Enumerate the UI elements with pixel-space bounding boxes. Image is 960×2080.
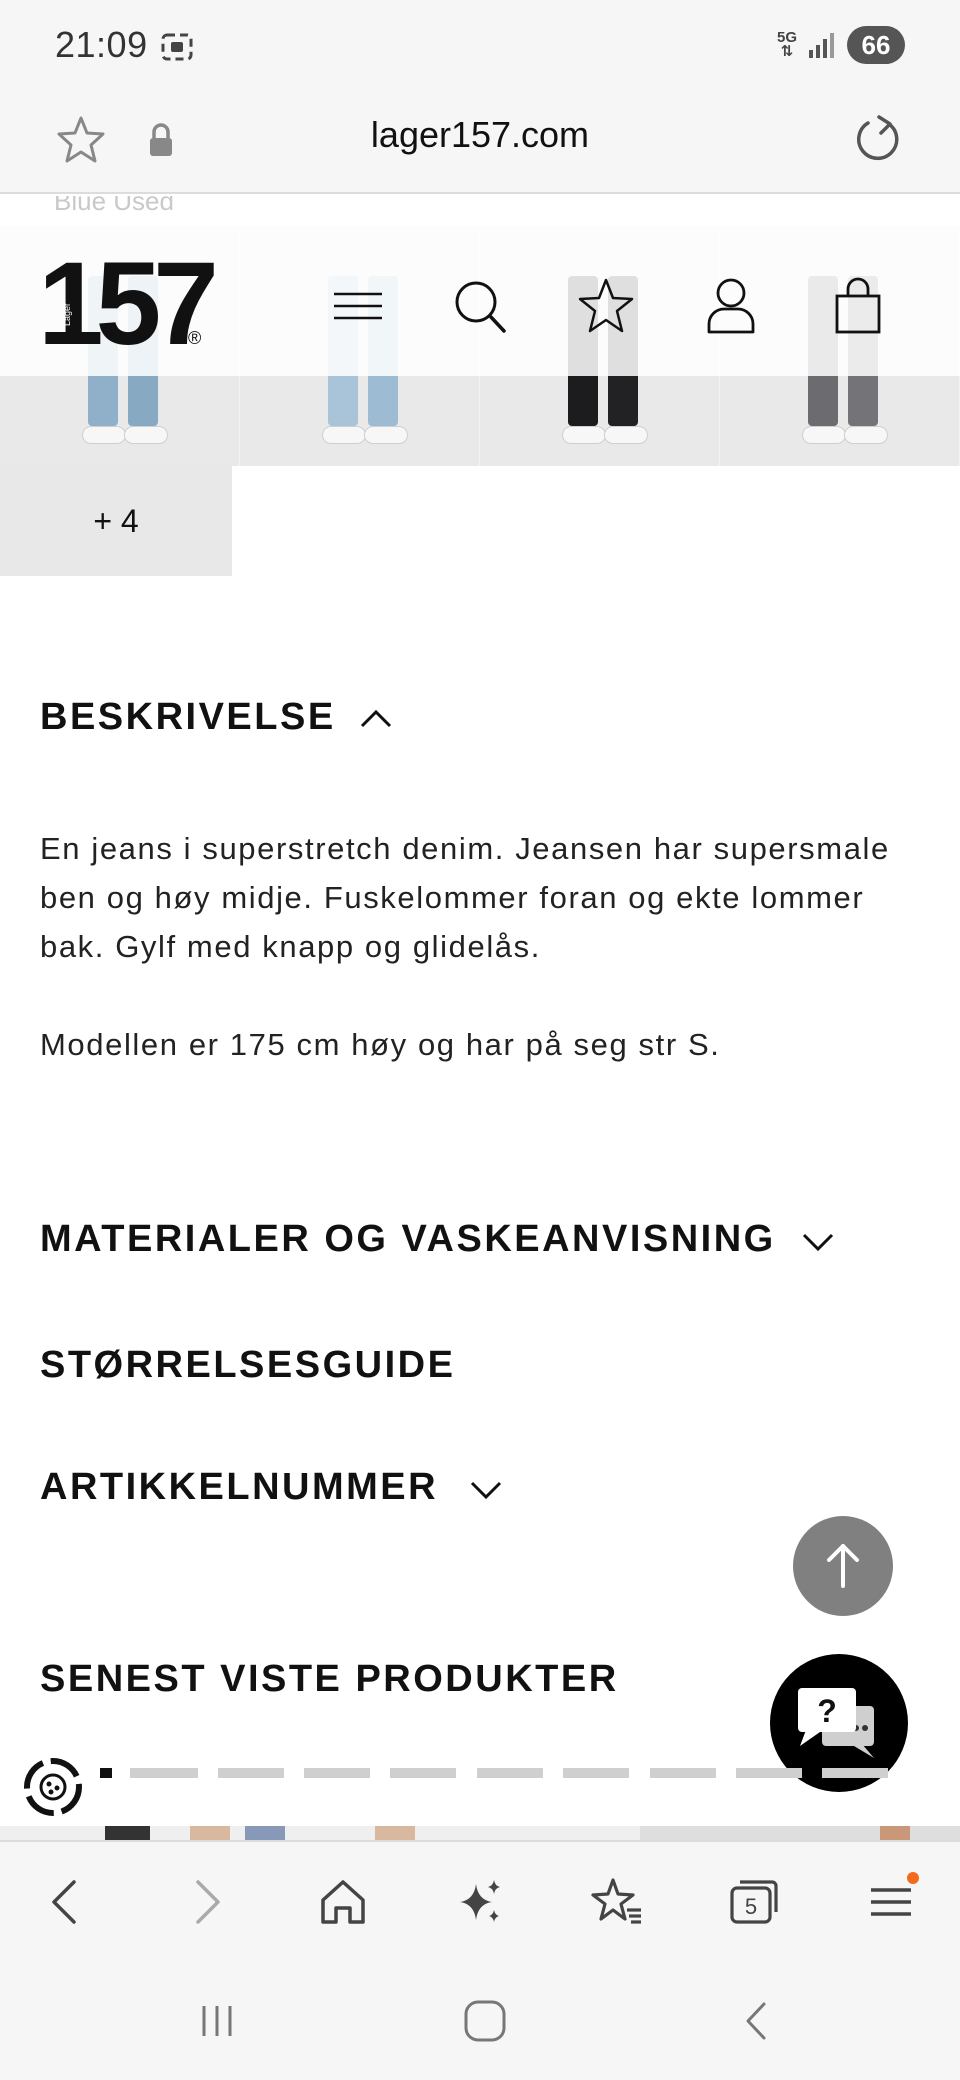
shoe-image [124,426,168,444]
recent-apps-icon[interactable] [192,1996,242,2046]
shoe-image [844,426,888,444]
bookmarks-icon[interactable] [587,1872,647,1932]
materials-heading[interactable]: MATERIALER OG VASKEANVISNING [40,1218,776,1261]
recently-viewed-heading: SENEST VISTE PRODUKTER [40,1658,619,1700]
arrow-up-icon [827,1544,859,1588]
home-button-icon[interactable] [460,1996,510,2046]
description-heading[interactable]: BESKRIVELSE [40,696,336,739]
search-icon[interactable] [452,276,508,336]
back-icon[interactable] [36,1872,96,1932]
description-paragraph: En jeans i superstretch denim. Jeansen h… [40,831,890,964]
chevron-down-icon[interactable] [801,1232,835,1254]
color-name-label: Blue Used [54,196,174,216]
logo-registered-mark: ® [188,328,202,348]
chevron-down-icon[interactable] [469,1480,503,1502]
ai-sparkle-icon[interactable] [450,1872,510,1932]
size-guide-link[interactable]: STØRRELSESGUIDE [40,1344,455,1387]
status-time: 21:09 [55,24,148,65]
menu-icon[interactable] [330,276,386,336]
site-header: 157 Lager ® [0,226,960,376]
screen-capture-icon [161,33,193,61]
recent-products-strip [0,1826,960,1840]
shoe-image [364,426,408,444]
logo-sub-text: Lager [62,302,72,326]
product-image-edge [105,1826,960,1840]
cookie-settings-icon[interactable] [18,1752,88,1822]
network-5g-icon: 5G ⇅ [776,29,797,60]
chevron-up-icon[interactable] [359,707,393,729]
shoe-image [82,426,126,444]
back-nav-icon[interactable] [732,1996,782,2046]
notification-dot [907,1872,919,1884]
browser-toolbar: 5 [0,1840,960,1962]
battery-icon: 66 [847,26,905,64]
article-number-heading[interactable]: ARTIKKELNUMMER [40,1466,438,1509]
tabs-icon[interactable]: 5 [724,1872,784,1932]
address-bar[interactable]: lager157.com [0,92,960,194]
shoe-image [562,426,606,444]
url-text[interactable]: lager157.com [0,114,960,156]
description-text: En jeans i superstretch denim. Jeansen h… [40,824,920,1069]
reload-icon[interactable] [849,112,905,168]
carousel-indicator [100,1768,888,1778]
scroll-to-top-button[interactable] [793,1516,893,1616]
shopping-bag-icon[interactable] [830,276,886,336]
wishlist-star-icon[interactable] [578,276,634,336]
signal-icon [809,33,834,58]
home-icon[interactable] [313,1872,373,1932]
shoe-image [604,426,648,444]
forward-icon[interactable] [176,1872,236,1932]
user-icon[interactable] [703,276,759,336]
description-paragraph: Modellen er 175 cm høy og har på seg str… [40,1027,721,1062]
shoe-image [802,426,846,444]
shoe-image [322,426,366,444]
status-bar: 21:09 5G ⇅ 66 [0,0,960,92]
menu-hamburger-icon[interactable] [861,1872,921,1932]
system-nav-bar [0,1962,960,2080]
svg-text:?: ? [817,1693,837,1729]
status-icons: 5G ⇅ 66 [777,26,905,64]
more-colors-button[interactable]: + 4 [0,466,232,576]
svg-text:5: 5 [745,1894,757,1919]
page-content: Blue Used 157 Lager ® + 4 BESKRIVELSE En… [0,196,960,1840]
